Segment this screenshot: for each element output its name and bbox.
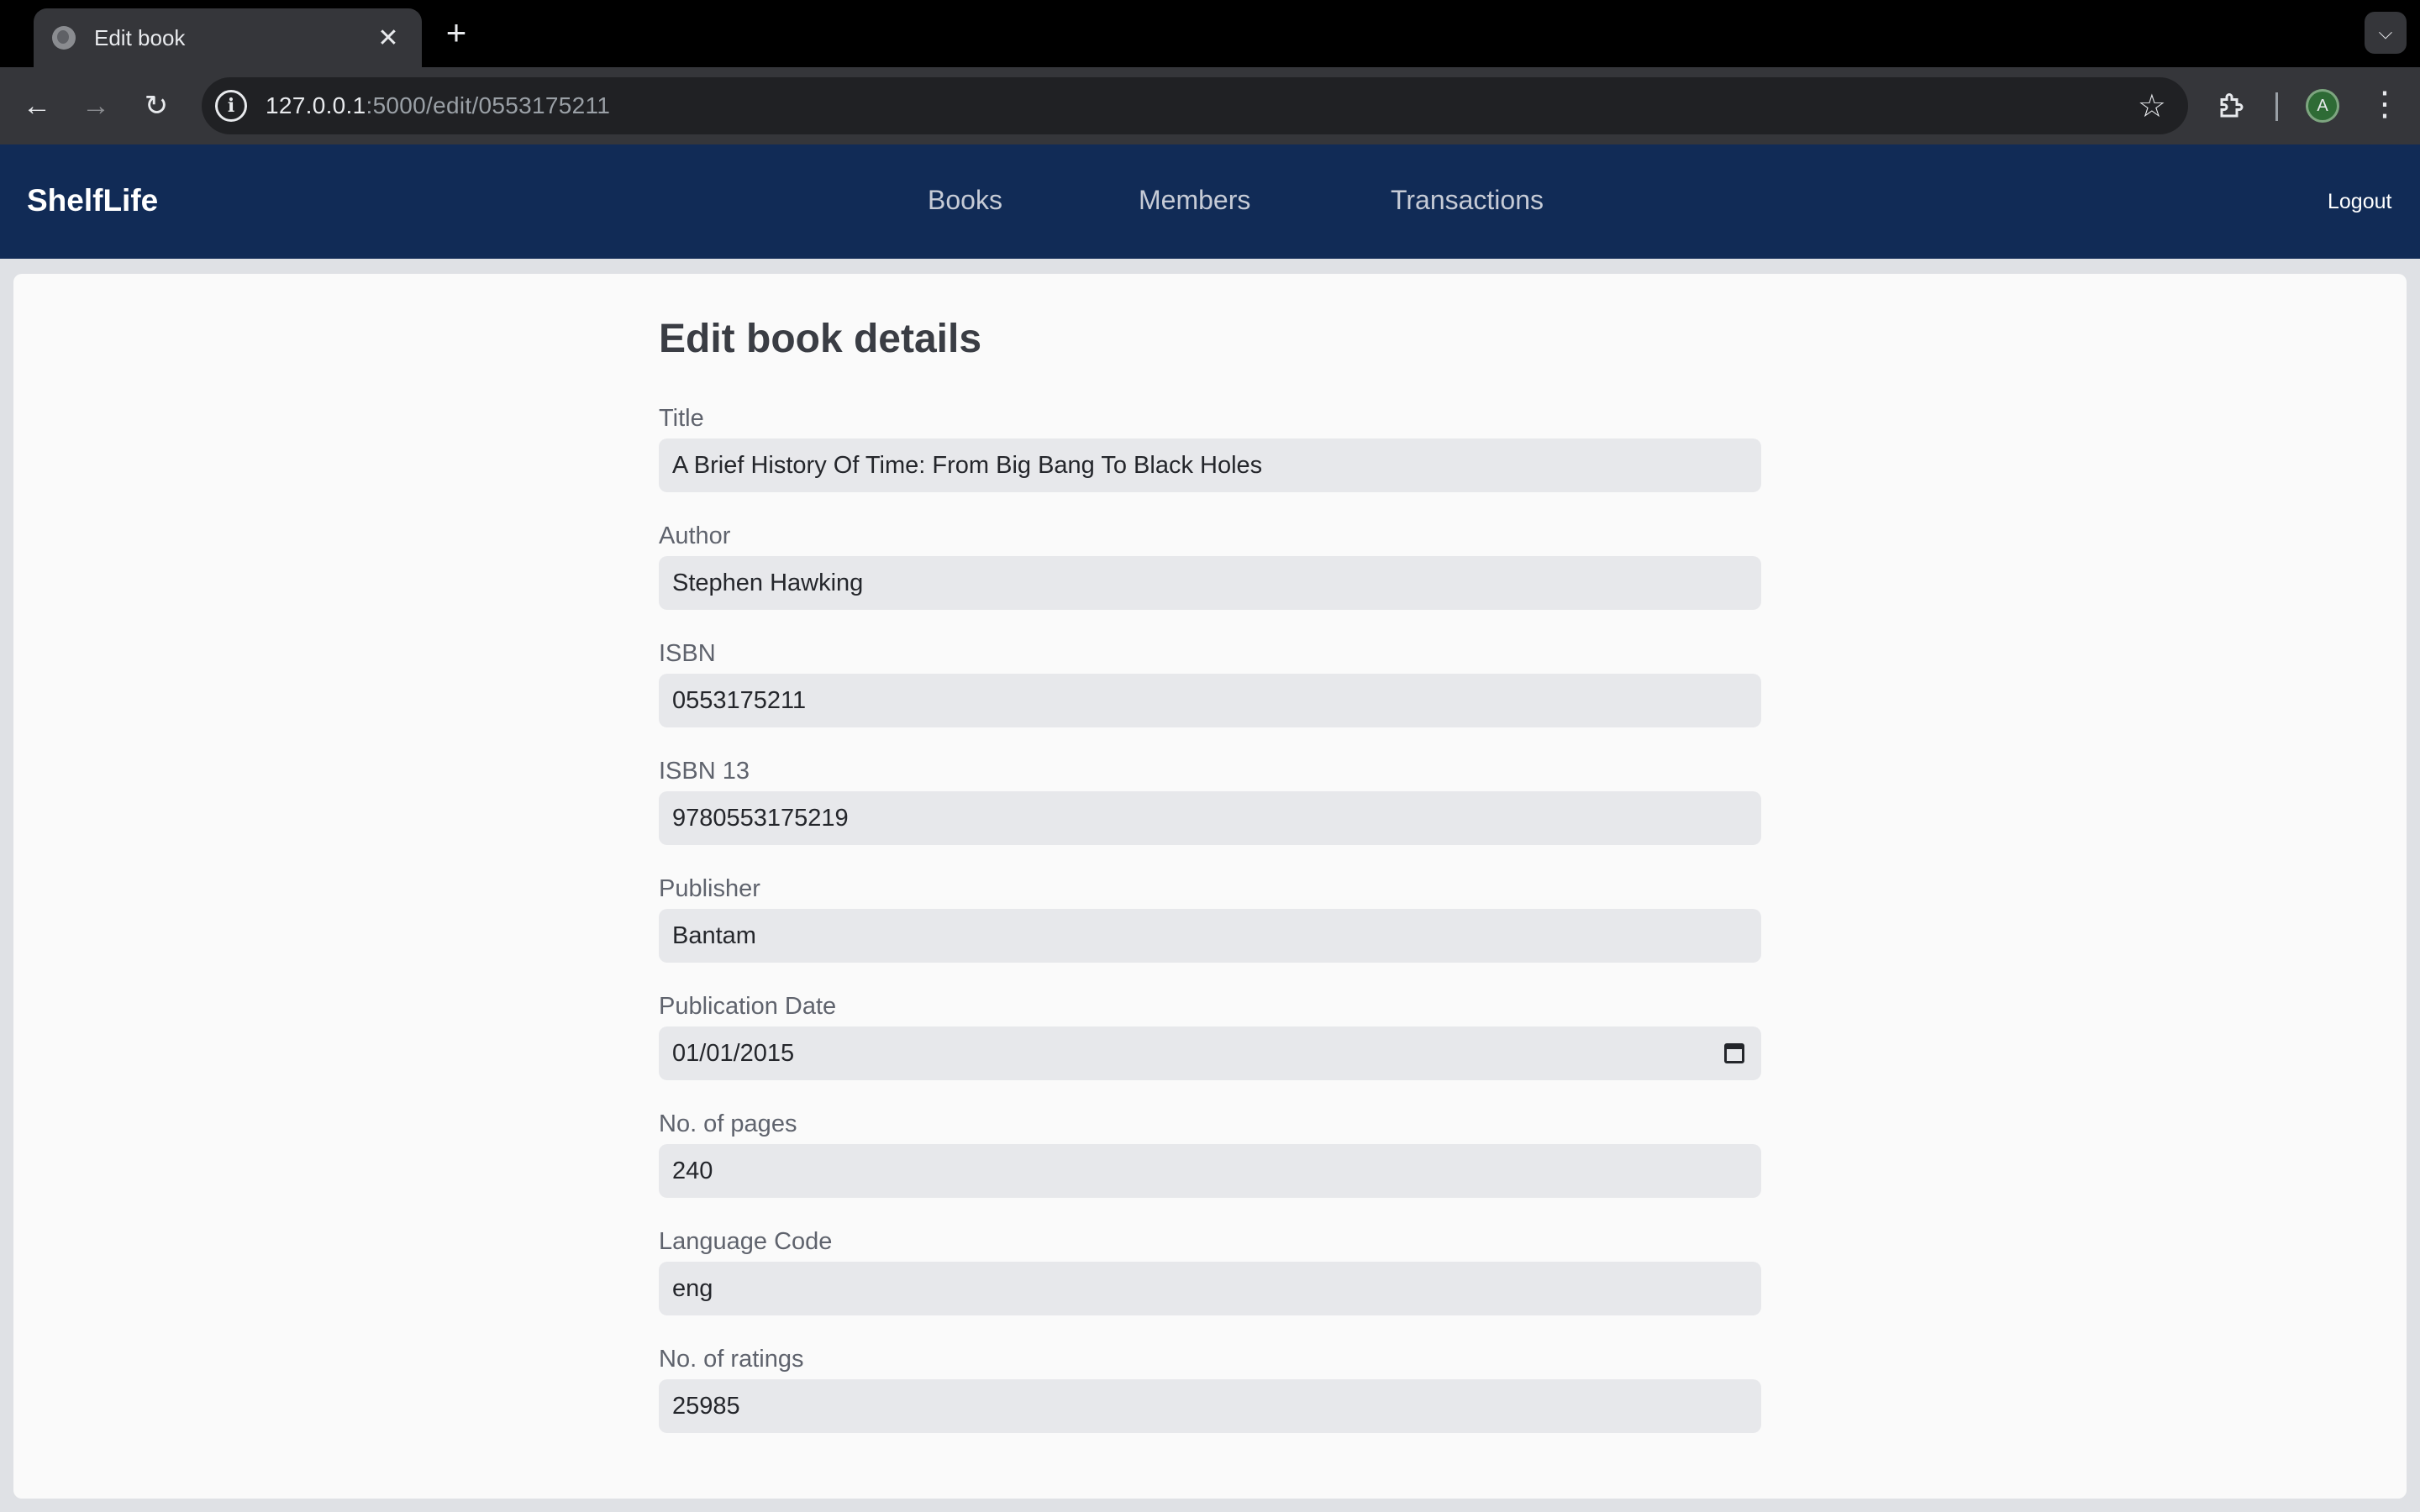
field-title: Title A Brief History Of Time: From Big …: [659, 403, 1775, 521]
field-ratings: No. of ratings 25985: [659, 1344, 1775, 1462]
url-host: 127.0.0.1: [266, 92, 366, 118]
nav-link-members[interactable]: Members: [1139, 185, 1250, 216]
title-label: Title: [659, 405, 704, 432]
publication-date-label: Publication Date: [659, 993, 837, 1020]
language-code-input[interactable]: eng: [659, 1262, 1761, 1315]
field-isbn13: ISBN 13 9780553175219: [659, 756, 1775, 874]
publisher-label: Publisher: [659, 875, 760, 902]
profile-avatar[interactable]: A: [2306, 89, 2339, 123]
arrow-right-icon: →: [82, 89, 110, 122]
close-icon[interactable]: ✕: [373, 24, 403, 53]
new-tab-button[interactable]: +: [439, 12, 474, 54]
field-publication-date: Publication Date 01/01/2015: [659, 991, 1775, 1109]
calendar-icon[interactable]: [1724, 1043, 1744, 1063]
isbn13-label: ISBN 13: [659, 758, 750, 785]
pages-label: No. of pages: [659, 1110, 797, 1137]
tab-title: Edit book: [94, 24, 186, 50]
pages-input[interactable]: 240: [659, 1144, 1761, 1198]
bookmark-star-icon[interactable]: ☆: [2138, 87, 2166, 125]
language-code-label: Language Code: [659, 1228, 833, 1255]
title-input[interactable]: A Brief History Of Time: From Big Bang T…: [659, 438, 1761, 492]
field-author: Author Stephen Hawking: [659, 521, 1775, 638]
reload-icon: ↻: [144, 90, 169, 122]
reload-button[interactable]: ↻: [134, 84, 178, 128]
nav-link-books[interactable]: Books: [928, 185, 1002, 216]
main-content: Edit book details Title A Brief History …: [13, 274, 2407, 1499]
app-navbar: ShelfLife Books Members Transactions Log…: [0, 144, 2420, 259]
browser-tabstrip: Edit book ✕ + ⌵: [0, 0, 2420, 67]
nav-link-transactions[interactable]: Transactions: [1391, 185, 1544, 216]
url-text: 127.0.0.1:5000/edit/0553175211: [266, 92, 610, 119]
back-button[interactable]: ←: [15, 84, 59, 128]
field-pages: No. of pages 240: [659, 1109, 1775, 1226]
browser-toolbar: ← → ↻ i 127.0.0.1:5000/edit/0553175211 ☆…: [0, 67, 2420, 144]
author-input[interactable]: Stephen Hawking: [659, 556, 1761, 610]
ratings-input[interactable]: 25985: [659, 1379, 1761, 1433]
forward-button[interactable]: →: [74, 84, 118, 128]
isbn-input[interactable]: 0553175211: [659, 674, 1761, 727]
author-label: Author: [659, 522, 731, 549]
ratings-label: No. of ratings: [659, 1346, 804, 1373]
isbn13-input[interactable]: 9780553175219: [659, 791, 1761, 845]
toolbar-divider: [2275, 92, 2278, 121]
page-title: Edit book details: [659, 317, 982, 361]
edit-book-form: Edit book details Title A Brief History …: [659, 316, 1775, 1462]
address-bar[interactable]: i 127.0.0.1:5000/edit/0553175211 ☆: [202, 77, 2188, 134]
logout-link[interactable]: Logout: [2328, 190, 2391, 214]
arrow-left-icon: ←: [23, 89, 51, 122]
chevron-down-icon: ⌵: [2378, 22, 2393, 43]
field-isbn: ISBN 0553175211: [659, 638, 1775, 756]
publication-date-value: 01/01/2015: [672, 1039, 795, 1067]
tab-search-button[interactable]: ⌵: [2365, 12, 2407, 54]
brand-logo[interactable]: ShelfLife: [27, 183, 158, 218]
kebab-menu-icon[interactable]: ⋮: [2368, 86, 2402, 126]
publisher-input[interactable]: Bantam: [659, 909, 1761, 963]
field-publisher: Publisher Bantam: [659, 874, 1775, 991]
extensions-puzzle-icon[interactable]: [2212, 86, 2252, 126]
info-icon[interactable]: i: [215, 90, 247, 122]
globe-icon: [52, 26, 76, 50]
field-language-code: Language Code eng: [659, 1226, 1775, 1344]
publication-date-input[interactable]: 01/01/2015: [659, 1026, 1761, 1080]
browser-tab-active[interactable]: Edit book ✕: [34, 8, 422, 67]
isbn-label: ISBN: [659, 640, 716, 667]
url-path: :5000/edit/0553175211: [366, 92, 611, 118]
